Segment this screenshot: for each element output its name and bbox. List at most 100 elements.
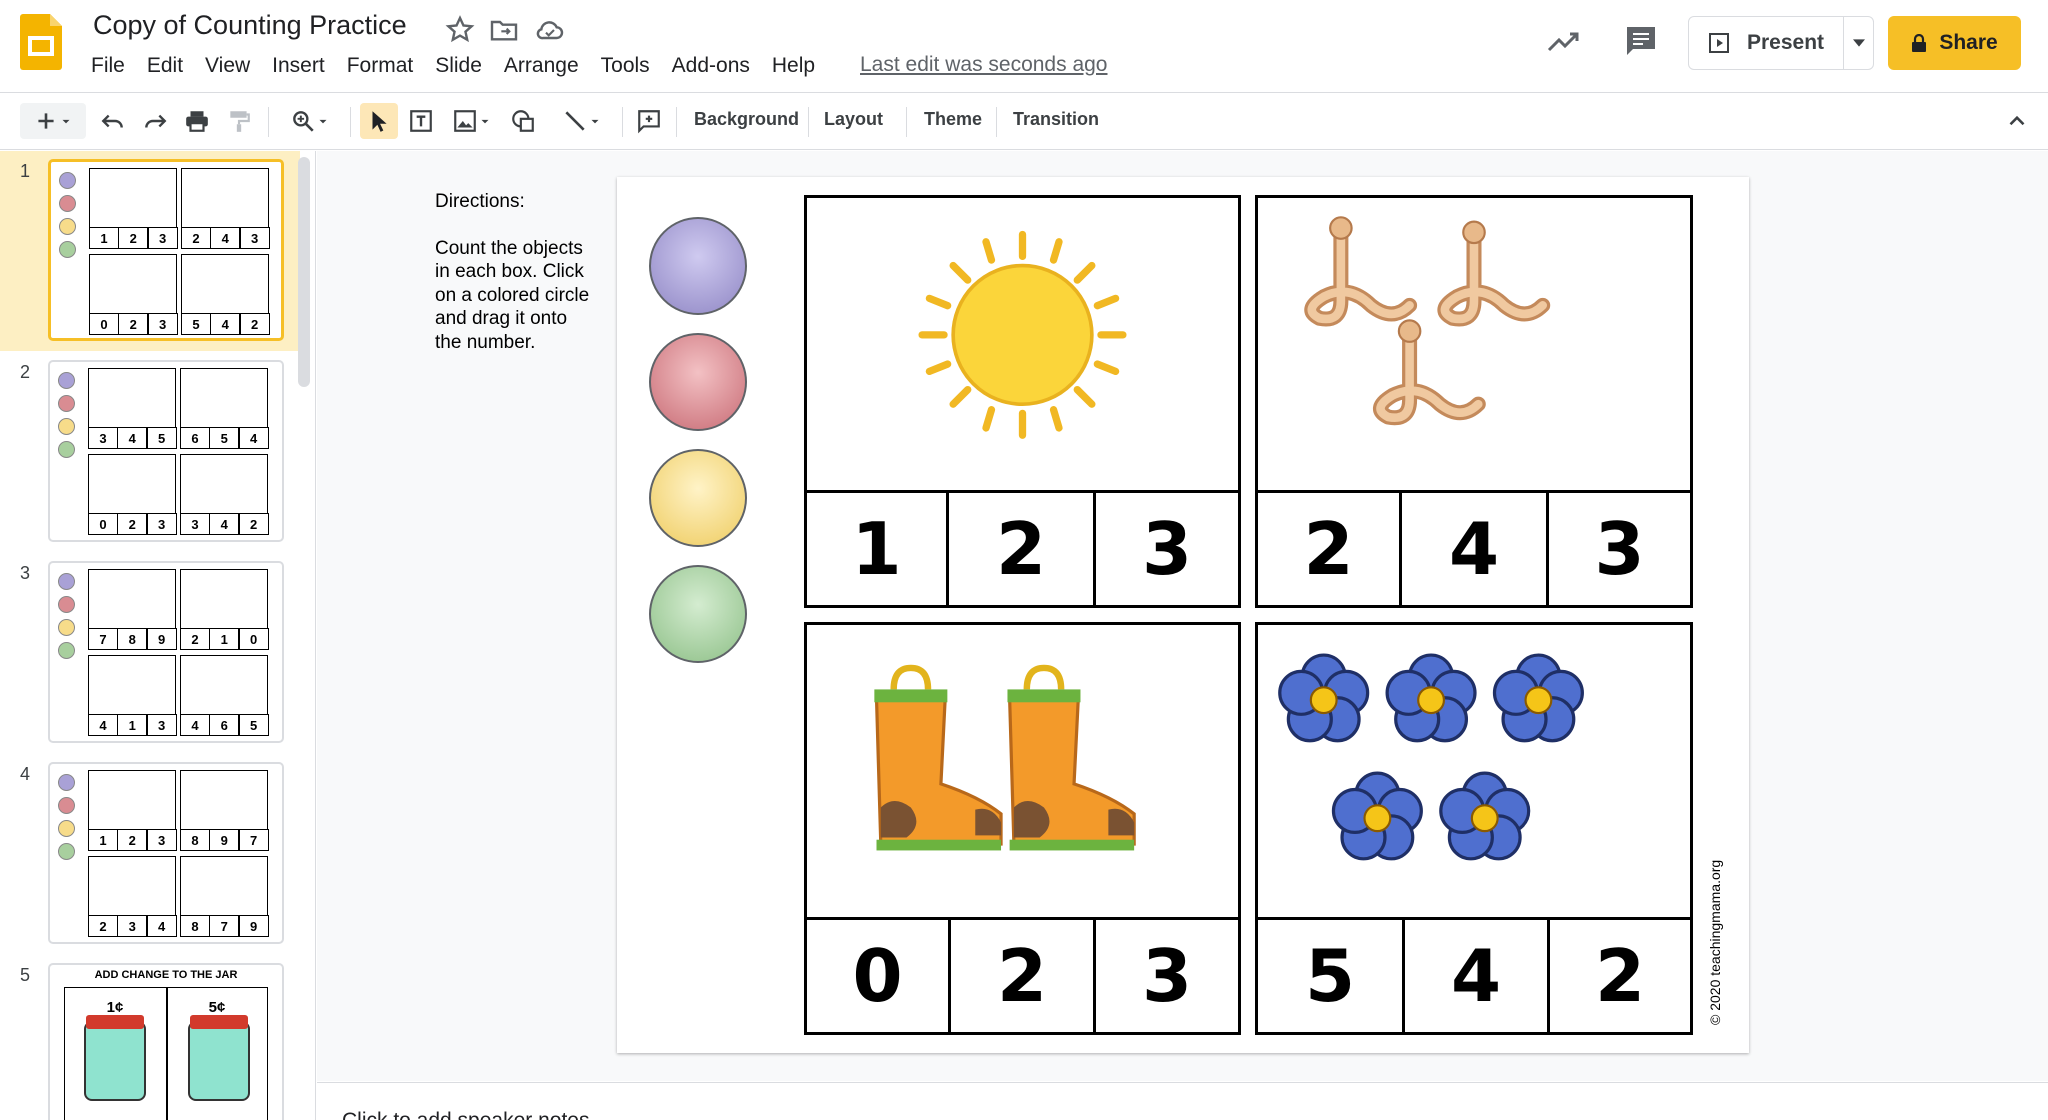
- slide-thumbnail-3[interactable]: 3789210413465: [0, 553, 300, 753]
- thumb-number: 3: [146, 714, 177, 736]
- thumb-number: 5: [181, 313, 211, 335]
- slide-preview: 345654023342: [48, 360, 284, 542]
- filmstrip-scrollbar[interactable]: [298, 157, 310, 387]
- document-title[interactable]: Copy of Counting Practice: [93, 10, 407, 41]
- number-cell[interactable]: 2: [1547, 917, 1693, 1035]
- thumb-picture: [88, 454, 176, 514]
- thumb-dot: [58, 642, 75, 659]
- select-tool-button[interactable]: [360, 103, 398, 139]
- copyright-credit: © 2020 teachingmama.org: [1707, 859, 1723, 1025]
- boots-picture-box: [804, 622, 1241, 920]
- jar-image: [188, 1021, 250, 1101]
- number-cell[interactable]: 3: [1093, 490, 1241, 608]
- thumb-number: 3: [117, 915, 148, 937]
- transition-button[interactable]: Transition: [1013, 109, 1099, 130]
- comment-history-icon[interactable]: [1624, 24, 1658, 58]
- thumb-number: 0: [88, 513, 118, 535]
- share-button[interactable]: Share: [1888, 16, 2021, 70]
- chevron-up-icon: [2009, 115, 2025, 126]
- paint-format-button[interactable]: [222, 103, 256, 139]
- slide-thumbnail-2[interactable]: 2345654023342: [0, 352, 300, 552]
- menu-help[interactable]: Help: [761, 52, 826, 82]
- thumb-number: 3: [146, 829, 177, 851]
- move-folder-icon[interactable]: [488, 14, 520, 46]
- thumb-number: 2: [117, 513, 148, 535]
- theme-button[interactable]: Theme: [924, 109, 982, 130]
- worm-image: [1304, 216, 1551, 426]
- menu-format[interactable]: Format: [336, 52, 425, 82]
- thumb-dot: [58, 372, 75, 389]
- image-icon: [454, 110, 476, 132]
- thumb-picture: [180, 655, 268, 715]
- present-dropdown-button[interactable]: [1843, 17, 1873, 69]
- menu-tools[interactable]: Tools: [590, 52, 661, 82]
- menu-file[interactable]: File: [80, 52, 136, 82]
- text-box-button[interactable]: [404, 103, 438, 139]
- current-slide: 1 2 3 2 4 3 0 2 3 5 4 2 © 2020 teachingm…: [617, 177, 1749, 1053]
- thumb-number: 2: [238, 513, 269, 535]
- red-circle[interactable]: [649, 333, 747, 431]
- slide-thumbnail-1[interactable]: 1123243023542: [0, 151, 300, 351]
- slide-thumbnail-4[interactable]: 4123897234879: [0, 754, 300, 954]
- menu-insert[interactable]: Insert: [261, 52, 336, 82]
- thumb-number: 4: [210, 227, 241, 249]
- thumb-dot: [58, 820, 75, 837]
- thumb-dot: [58, 418, 75, 435]
- thumb-title: ADD CHANGE TO THE JAR: [94, 969, 238, 981]
- undo-button[interactable]: [96, 103, 130, 139]
- thumb-number: 9: [209, 829, 240, 851]
- directions-text-box[interactable]: Directions: Count the objects in each bo…: [435, 190, 595, 354]
- collapse-toolbar-button[interactable]: [2002, 103, 2032, 139]
- number-cell[interactable]: 3: [1546, 490, 1693, 608]
- layout-button[interactable]: Layout: [824, 109, 883, 130]
- directions-title: Directions:: [435, 191, 525, 212]
- slides-logo-icon[interactable]: [20, 14, 62, 70]
- purple-circle[interactable]: [649, 217, 747, 315]
- line-button[interactable]: [552, 103, 612, 139]
- thumb-picture: [88, 856, 176, 916]
- slide-thumbnail-5[interactable]: 5 ADD CHANGE TO THE JAR 1¢ 5¢: [0, 955, 300, 1120]
- background-button[interactable]: Background: [694, 109, 799, 130]
- number-cell[interactable]: 5: [1255, 917, 1405, 1035]
- thumb-number: 2: [181, 227, 211, 249]
- thumb-dot: [58, 843, 75, 860]
- number-cell[interactable]: 1: [804, 490, 949, 608]
- cloud-status-icon[interactable]: [534, 14, 566, 46]
- present-button[interactable]: Present: [1688, 16, 1874, 70]
- thumb-picture: [181, 168, 269, 228]
- jar-lid: [86, 1015, 144, 1029]
- print-button[interactable]: [180, 103, 214, 139]
- new-slide-button[interactable]: [20, 103, 86, 139]
- present-main-button[interactable]: Present: [1689, 31, 1843, 55]
- add-comment-button[interactable]: [632, 103, 666, 139]
- number-cell[interactable]: 4: [1399, 490, 1549, 608]
- thumb-number: 2: [118, 313, 149, 335]
- number-cell[interactable]: 2: [1255, 490, 1402, 608]
- menu-edit[interactable]: Edit: [136, 52, 194, 82]
- number-cell[interactable]: 4: [1402, 917, 1550, 1035]
- thumb-number: 8: [180, 915, 210, 937]
- star-icon[interactable]: [444, 14, 476, 46]
- redo-button[interactable]: [138, 103, 172, 139]
- shape-button[interactable]: [506, 103, 540, 139]
- zoom-button[interactable]: [280, 103, 340, 139]
- menu-view[interactable]: View: [194, 52, 261, 82]
- line-icon: [565, 111, 585, 131]
- activity-trend-icon[interactable]: [1546, 26, 1582, 56]
- yellow-circle[interactable]: [649, 449, 747, 547]
- thumb-number: 2: [118, 227, 149, 249]
- slide-number: 1: [20, 161, 31, 181]
- number-cell[interactable]: 2: [948, 917, 1096, 1035]
- menu-arrange[interactable]: Arrange: [493, 52, 590, 82]
- insert-image-button[interactable]: [446, 103, 498, 139]
- number-cell[interactable]: 0: [804, 917, 951, 1035]
- green-circle[interactable]: [649, 565, 747, 663]
- menu-slide[interactable]: Slide: [424, 52, 493, 82]
- speaker-notes-placeholder[interactable]: Click to add speaker notes: [342, 1109, 589, 1120]
- thumb-dot: [59, 172, 76, 189]
- number-cell[interactable]: 3: [1093, 917, 1241, 1035]
- thumb-number: 4: [209, 513, 240, 535]
- number-cell[interactable]: 2: [946, 490, 1096, 608]
- last-edit-link[interactable]: Last edit was seconds ago: [860, 53, 1108, 77]
- menu-addons[interactable]: Add-ons: [661, 52, 761, 82]
